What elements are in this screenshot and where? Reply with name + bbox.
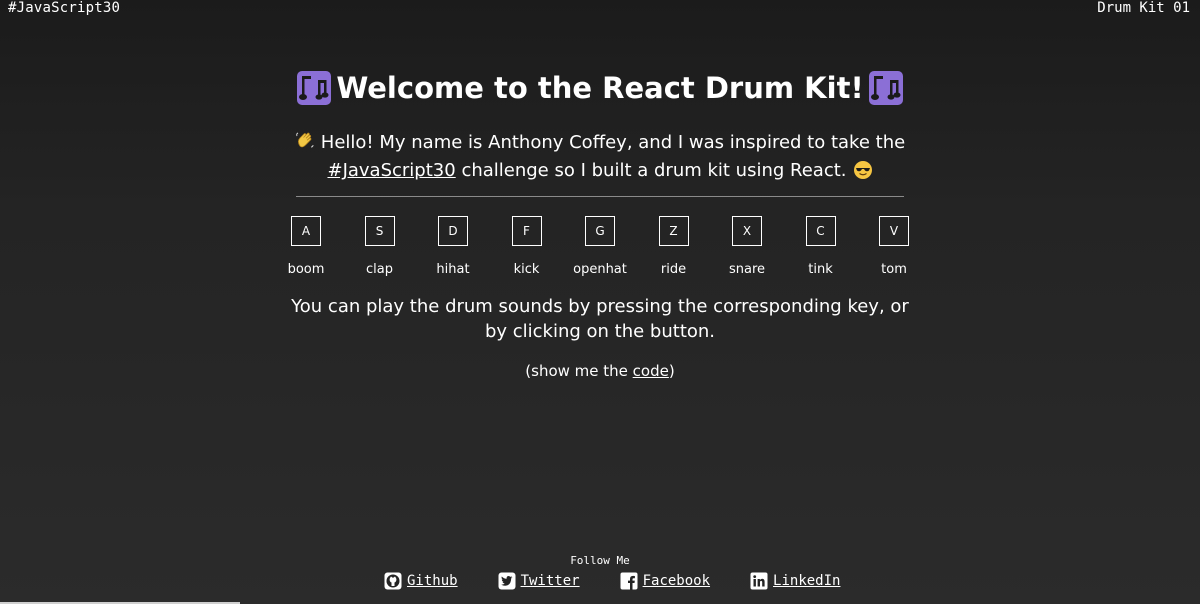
drum-pad-clap[interactable]: Sclap (344, 216, 416, 277)
drum-key-button[interactable]: V (879, 216, 909, 246)
drum-key-button[interactable]: X (732, 216, 762, 246)
drum-kit-number-label: Drum Kit 01 (1097, 0, 1190, 16)
drum-pad-ride[interactable]: Zride (638, 216, 710, 277)
intro-text-after: challenge so I built a drum kit using Re… (461, 160, 847, 181)
drum-sound-label: tom (881, 262, 907, 277)
intro-text-before: Hello! My name is Anthony Coffey, and I … (320, 132, 906, 153)
drum-sound-label: snare (728, 262, 766, 277)
drum-sound-label: tink (808, 262, 833, 277)
javascript30-label: #JavaScript30 (8, 0, 121, 16)
drum-key-button[interactable]: G (585, 216, 615, 246)
drum-sound-label: openhat (573, 262, 627, 277)
drum-pad-boom[interactable]: Aboom (270, 216, 342, 277)
drum-sound-label: hihat (436, 262, 470, 277)
drum-sound-label: kick (513, 262, 540, 277)
musical-notes-icon (296, 70, 332, 106)
sunglasses-face-icon (853, 160, 873, 187)
drum-sound-label: boom (287, 262, 325, 277)
facebook-label: Facebook (642, 573, 711, 589)
twitter-link[interactable]: Twitter (498, 572, 580, 590)
drum-kit: Aboom Sclap Dhihat Fkick Gopenhat Zride Xsnare… (270, 216, 930, 277)
linkedin-link[interactable]: LinkedIn (750, 572, 840, 590)
github-label: Github (407, 573, 458, 589)
drum-pad-snare[interactable]: Xsnare (711, 216, 783, 277)
show-code-text: (show me the code) (0, 362, 1200, 380)
section-divider (296, 196, 904, 197)
show-code-before: (show me the (525, 362, 633, 380)
linkedin-label: LinkedIn (773, 573, 841, 589)
social-links: Github Twitter Facebook LinkedIn (384, 572, 840, 590)
follow-me-label: Follow Me (570, 554, 630, 567)
drum-key-button[interactable]: A (291, 216, 321, 246)
intro-text: Hello! My name is Anthony Coffey, and I … (250, 130, 950, 187)
code-link[interactable]: code (633, 362, 669, 380)
show-code-after: ) (668, 362, 675, 380)
instructions-text: You can play the drum sounds by pressing… (291, 296, 909, 342)
drum-pad-openhat[interactable]: Gopenhat (564, 216, 636, 277)
waving-hand-icon (295, 131, 315, 158)
github-icon (384, 572, 402, 590)
page-title: Welcome to the React Drum Kit! (0, 70, 1200, 106)
drum-pad-hihat[interactable]: Dhihat (417, 216, 489, 277)
twitter-label: Twitter (520, 573, 580, 589)
drum-key-button[interactable]: F (511, 216, 542, 246)
linkedin-icon (750, 572, 768, 590)
drum-sound-label: ride (660, 262, 687, 277)
drum-pad-tom[interactable]: Vtom (858, 216, 930, 277)
musical-notes-icon (868, 70, 904, 106)
drum-pad-kick[interactable]: Fkick (491, 216, 563, 277)
drum-sound-label: clap (366, 262, 393, 277)
facebook-icon (620, 572, 638, 590)
twitter-icon (498, 572, 516, 590)
drum-key-button[interactable]: Z (658, 216, 689, 246)
drum-key-button[interactable]: D (438, 216, 468, 246)
drum-key-button[interactable]: C (805, 216, 836, 246)
drum-pad-tink[interactable]: Ctink (785, 216, 857, 277)
javascript30-link[interactable]: #JavaScript30 (327, 160, 455, 181)
github-link[interactable]: Github (384, 572, 458, 590)
page-title-text: Welcome to the React Drum Kit! (336, 71, 864, 105)
drum-key-button[interactable]: S (364, 216, 395, 246)
facebook-link[interactable]: Facebook (620, 572, 710, 590)
